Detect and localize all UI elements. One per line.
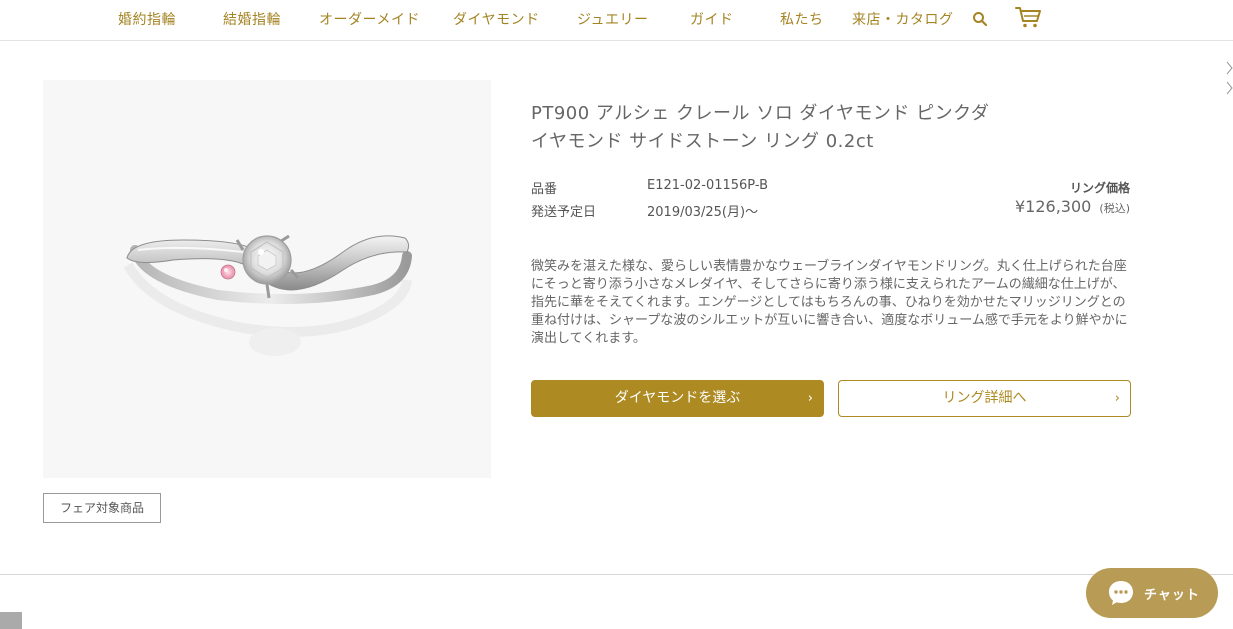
- price-tax-note: (税込): [1099, 202, 1130, 215]
- nav-item-visit-catalog[interactable]: 来店・カタログ: [852, 9, 954, 29]
- product-title: PT900 アルシェ クレール ソロ ダイヤモンド ピンクダイヤモンド サイドス…: [531, 103, 990, 152]
- nav-item-jewelry[interactable]: ジュエリー: [577, 9, 649, 29]
- ring-details-label: リング詳細へ: [942, 390, 1027, 406]
- chevron-right-icon: ›: [807, 391, 813, 406]
- ring-illustration: [123, 234, 412, 356]
- top-navigation: 婚約指輪 結婚指輪 オーダーメイド ダイヤモンド ジュエリー ガイド 私たち 来…: [0, 0, 1233, 41]
- chevron-right-icon[interactable]: [1224, 58, 1233, 98]
- cart-icon[interactable]: [1014, 5, 1042, 29]
- product-description: 微笑みを湛えた様な、愛らしい表情豊かなウェーブラインダイヤモンドリング。丸く仕上…: [531, 259, 1128, 346]
- price-label: リング価格: [1069, 181, 1130, 195]
- price-block: ¥126,300 (税込): [1015, 197, 1130, 216]
- nav-item-engagement-rings[interactable]: 婚約指輪: [118, 9, 176, 29]
- nav-item-order-made[interactable]: オーダーメイド: [319, 9, 420, 29]
- nav-item-about-us[interactable]: 私たち: [780, 9, 824, 29]
- nav-item-wedding-rings[interactable]: 結婚指輪: [223, 9, 281, 29]
- choose-diamond-label: ダイヤモンドを選ぶ: [614, 390, 741, 406]
- spec-label-product-number: 品番: [531, 182, 558, 197]
- ring-details-button[interactable]: リング詳細へ ›: [838, 380, 1131, 417]
- section-divider: [0, 574, 1233, 575]
- nav-item-guide[interactable]: ガイド: [690, 9, 734, 29]
- nav-item-diamonds[interactable]: ダイヤモンド: [453, 9, 540, 29]
- spec-label-ship-date: 発送予定日: [531, 205, 597, 220]
- corner-widget[interactable]: [0, 612, 22, 629]
- chat-bubble-icon: [1109, 581, 1133, 605]
- chevron-right-icon: ›: [1114, 391, 1120, 406]
- price-value: ¥126,300: [1014, 197, 1092, 216]
- spec-value-ship-date: 2019/03/25(月)〜: [647, 205, 759, 220]
- spec-value-product-number: E121-02-01156P-B: [647, 178, 769, 193]
- chat-label: チャット: [1144, 588, 1200, 603]
- product-image: [43, 80, 491, 478]
- chat-button[interactable]: チャット: [1086, 568, 1218, 618]
- choose-diamond-button[interactable]: ダイヤモンドを選ぶ ›: [531, 380, 824, 417]
- search-icon[interactable]: [972, 11, 988, 27]
- fair-product-badge: フェア対象商品: [43, 493, 161, 523]
